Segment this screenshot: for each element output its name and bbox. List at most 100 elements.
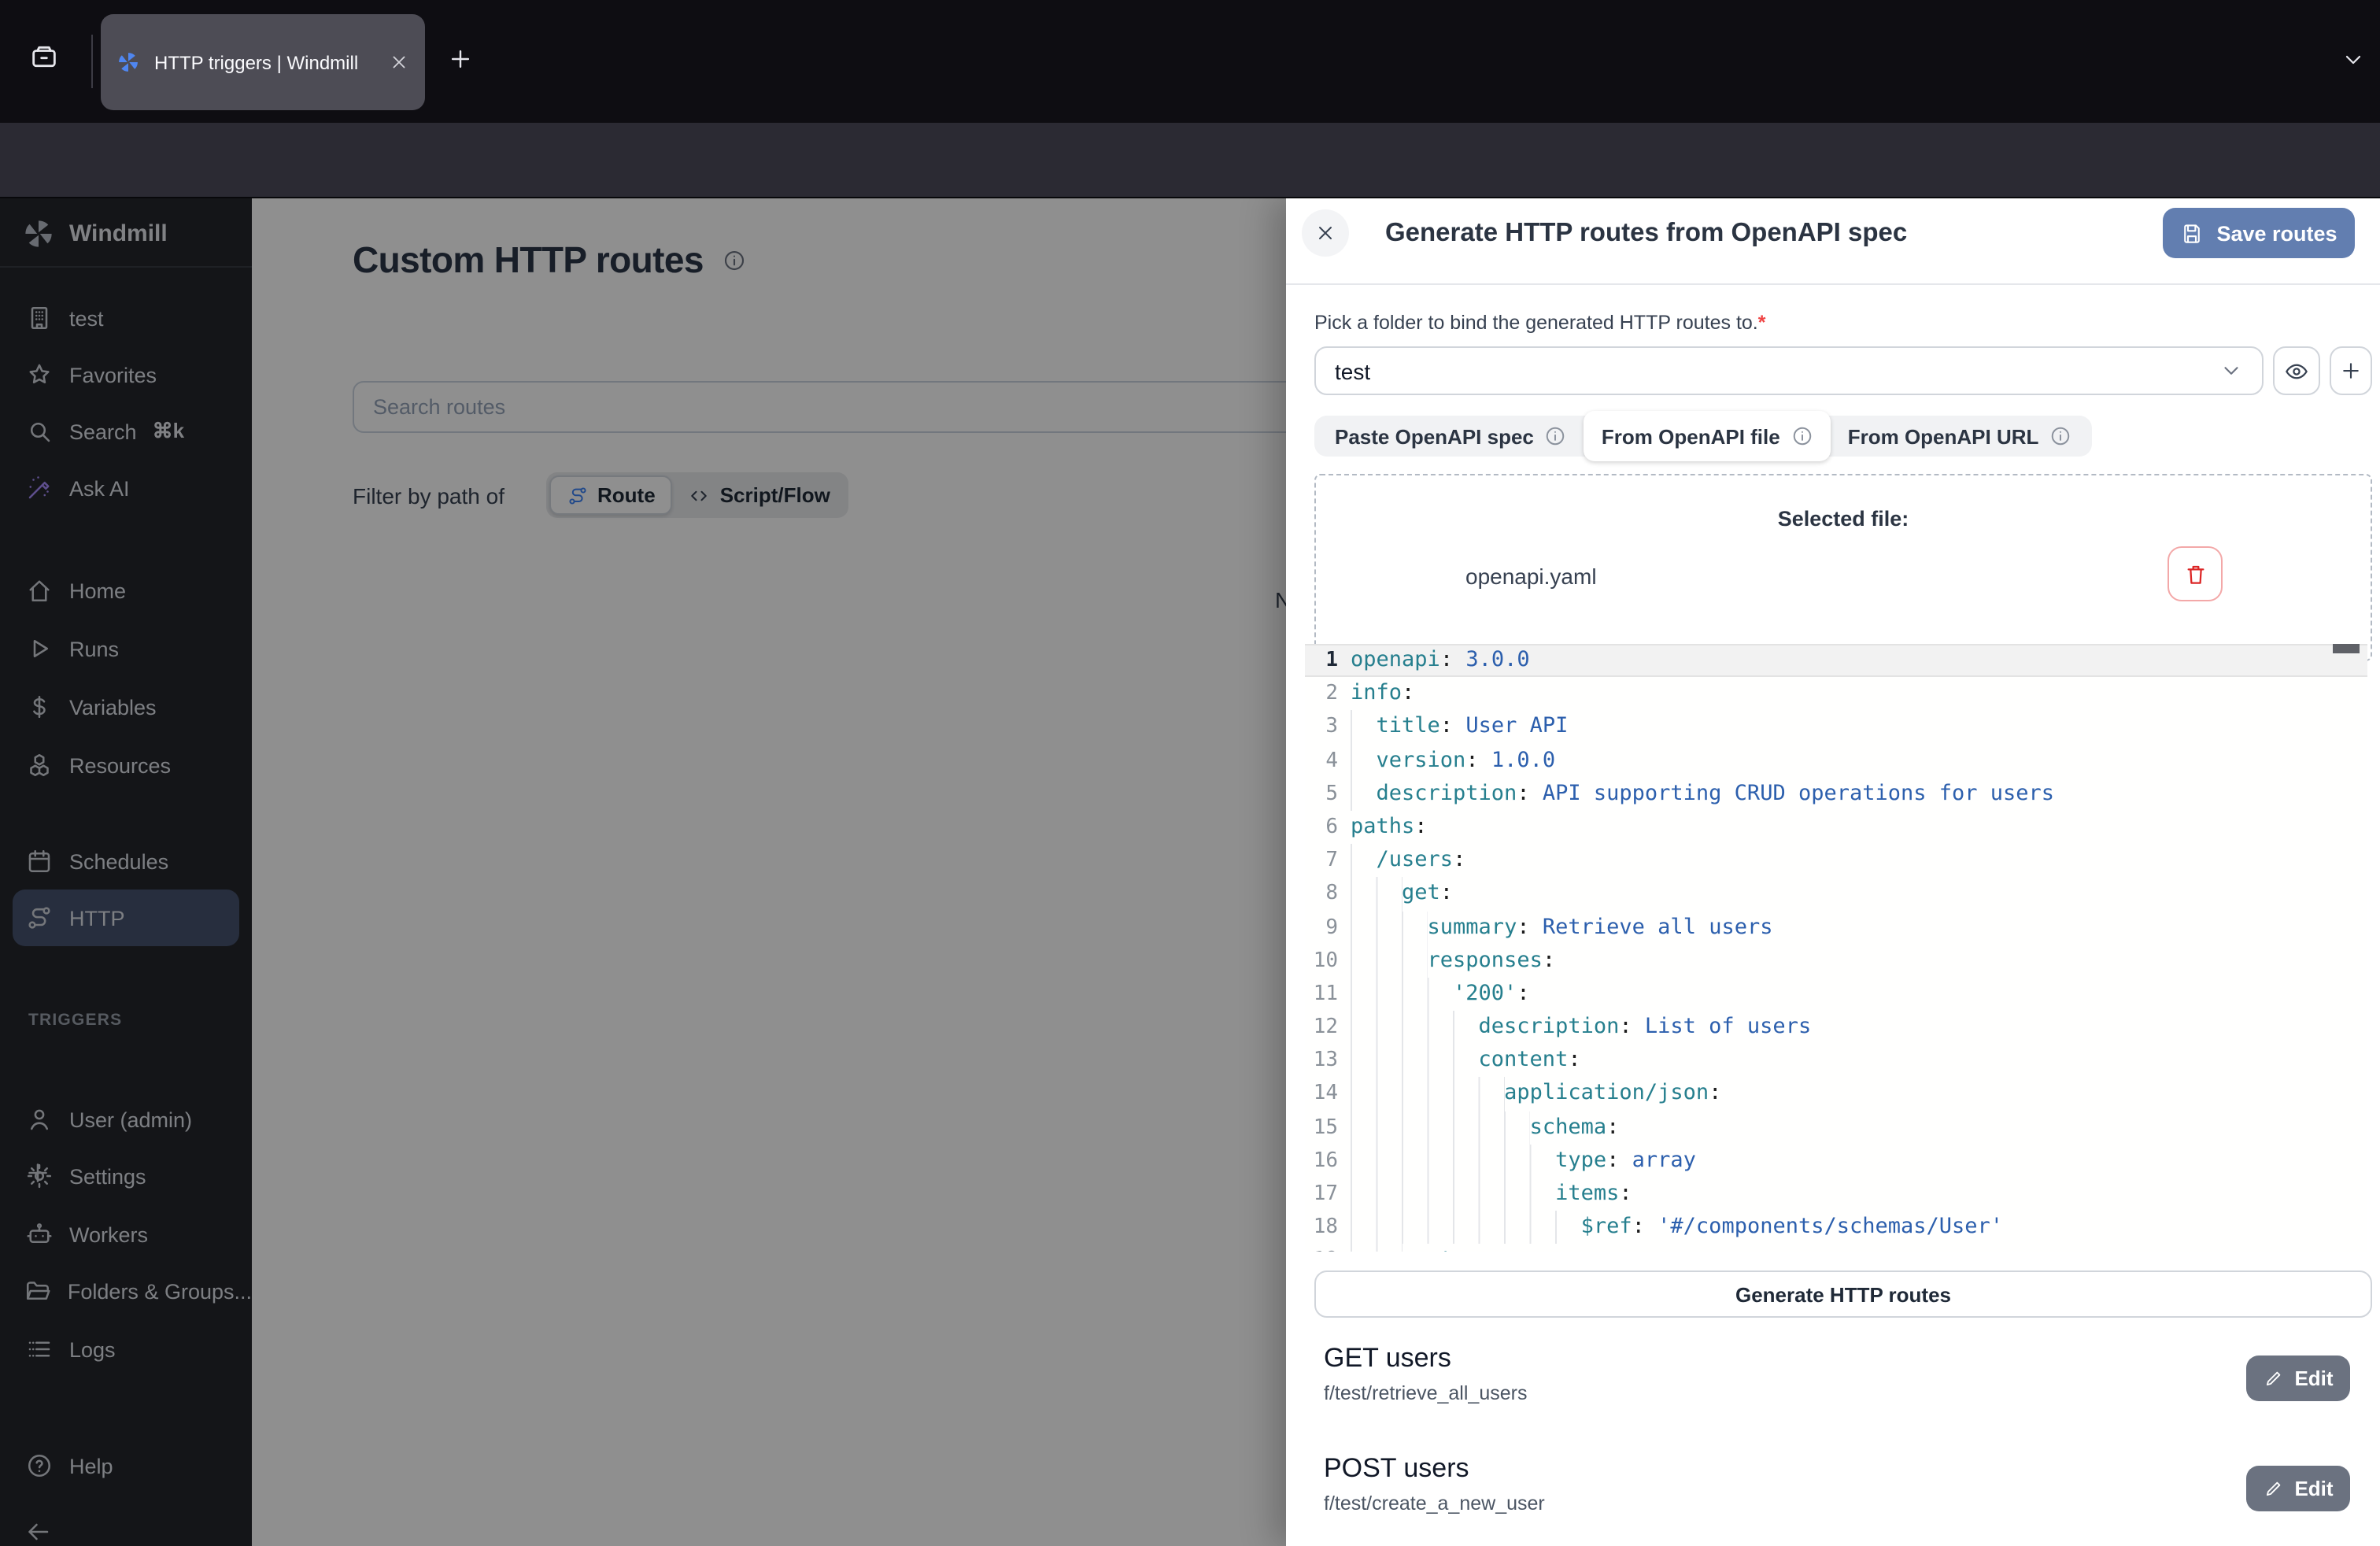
browser-tab-bar: HTTP triggers | Windmill (0, 0, 2380, 123)
yaml-colon: : (1619, 1011, 1632, 1044)
view-folder-button[interactable] (2273, 346, 2320, 395)
eye-icon (2284, 358, 2309, 383)
line-number: 1 (1305, 644, 1338, 677)
save-routes-label: Save routes (2216, 221, 2337, 245)
openapi-drawer: Generate HTTP routes from OpenAPI spec S… (1286, 198, 2380, 1546)
yaml-colon: : (1440, 878, 1453, 911)
edit-label: Edit (2294, 1367, 2333, 1390)
selected-file-label: Selected file: (1316, 507, 2371, 531)
chevron-down-icon (2219, 359, 2243, 383)
code-line-10: 10responses: (1305, 944, 2367, 977)
openapi-spec-editor[interactable]: 1openapi: 3.0.02info:3title: User API4ve… (1305, 644, 2367, 1252)
yaml-colon: : (1543, 944, 1555, 977)
browser-window: HTTP triggers | Windmill http://localhos… (0, 0, 2380, 1546)
yaml-key: responses (1428, 944, 1543, 977)
code-line-12: 12 description: List of users (1305, 1011, 2367, 1044)
save-routes-button[interactable]: Save routes (2163, 208, 2355, 258)
yaml-colon: : (1517, 978, 1529, 1011)
route-title: POST users (1324, 1453, 1469, 1485)
browser-tab[interactable]: HTTP triggers | Windmill (101, 14, 425, 110)
code-line-19: 19post: (1305, 1245, 2367, 1252)
folder-select[interactable]: test (1314, 346, 2264, 395)
drawer-close-button[interactable] (1302, 209, 1349, 257)
indent-guides (1351, 1011, 1479, 1044)
save-icon (2180, 221, 2204, 245)
code-line-17: 17items: (1305, 1178, 2367, 1211)
yaml-colon: : (1606, 1111, 1619, 1144)
code-line-7: 7/users: (1305, 844, 2367, 877)
line-number: 16 (1305, 1145, 1338, 1178)
line-number: 12 (1305, 1011, 1338, 1044)
yaml-colon: : (1453, 844, 1465, 877)
yaml-value: List of users (1632, 1011, 1812, 1044)
code-line-3: 3title: User API (1305, 711, 2367, 744)
yaml-colon: : (1414, 811, 1427, 844)
indent-guides (1351, 744, 1377, 777)
editor-scrollbar-thumb[interactable] (2333, 644, 2360, 653)
windmill-favicon (116, 50, 140, 74)
line-number: 5 (1305, 778, 1338, 811)
remove-file-button[interactable] (2168, 546, 2223, 601)
edit-route-button[interactable]: Edit (2246, 1466, 2350, 1511)
line-number: 4 (1305, 744, 1338, 777)
indent-guides (1351, 1111, 1530, 1144)
indent-guides (1351, 844, 1377, 877)
yaml-colon: : (1568, 1045, 1580, 1078)
yaml-key: summary (1428, 911, 1517, 944)
yaml-value: Retrieve all users (1530, 911, 1773, 944)
tab-label: Paste OpenAPI spec (1335, 424, 1534, 448)
yaml-value: 1.0.0 (1479, 744, 1556, 777)
yaml-colon: : (1453, 1245, 1465, 1252)
yaml-colon: : (1402, 677, 1414, 710)
yaml-key: description (1479, 1011, 1620, 1044)
line-number: 18 (1305, 1211, 1338, 1244)
browser-toolbar: http://localhost:3000/routes?filter_path… (0, 123, 2380, 198)
yaml-colon: : (1440, 711, 1453, 744)
indent-guides (1351, 1245, 1402, 1252)
tabs-list-icon[interactable] (28, 41, 60, 72)
yaml-key: get (1402, 878, 1440, 911)
yaml-key: application/json (1504, 1078, 1709, 1111)
line-number: 6 (1305, 811, 1338, 844)
indent-guides (1351, 1178, 1555, 1211)
tab-close-icon[interactable] (389, 52, 409, 72)
add-folder-button[interactable] (2330, 346, 2372, 395)
trash-icon (2182, 561, 2208, 586)
tabbar-divider (91, 35, 93, 88)
code-line-15: 15schema: (1305, 1111, 2367, 1144)
generate-http-routes-button[interactable]: Generate HTTP routes (1314, 1270, 2372, 1318)
info-icon (1545, 425, 1567, 447)
code-line-5: 5description: API supporting CRUD operat… (1305, 778, 2367, 811)
code-line-9: 9summary: Retrieve all users (1305, 911, 2367, 944)
route-title: GET users (1324, 1343, 1451, 1374)
line-number: 15 (1305, 1111, 1338, 1144)
line-number: 9 (1305, 911, 1338, 944)
new-tab-button[interactable] (447, 46, 474, 72)
line-number: 8 (1305, 878, 1338, 911)
code-line-11: 11'200': (1305, 978, 2367, 1011)
tab-from-openapi-file[interactable]: From OpenAPI file (1584, 411, 1831, 461)
code-line-8: 8 get: (1305, 878, 2367, 911)
line-number: 3 (1305, 711, 1338, 744)
tab-label: From OpenAPI URL (1848, 424, 2039, 448)
yaml-colon: : (1517, 778, 1529, 811)
tab-from-openapi-url[interactable]: From OpenAPI URL (1831, 416, 2090, 457)
code-line-16: 16type: array (1305, 1145, 2367, 1178)
yaml-key: type (1555, 1145, 1606, 1178)
edit-route-button[interactable]: Edit (2246, 1356, 2350, 1401)
drawer-header-divider (1286, 283, 2380, 285)
tab-paste-openapi-spec[interactable]: Paste OpenAPI spec (1318, 416, 1584, 457)
line-number: 11 (1305, 978, 1338, 1011)
yaml-key: title (1377, 711, 1440, 744)
plus-icon (2339, 359, 2363, 383)
drawer-title: Generate HTTP routes from OpenAPI spec (1385, 219, 1907, 249)
indent-guides (1351, 778, 1377, 811)
yaml-value: 3.0.0 (1453, 644, 1530, 677)
folder-picker-label: Pick a folder to bind the generated HTTP… (1314, 312, 1766, 334)
code-line-1: 1openapi: 3.0.0 (1305, 644, 2367, 677)
code-line-18: 18$ref: '#/components/schemas/User' (1305, 1211, 2367, 1244)
tab-overflow-chevron[interactable] (2341, 47, 2366, 72)
code-line-6: 6paths: (1305, 811, 2367, 844)
yaml-key: /users (1377, 844, 1454, 877)
code-line-14: 14application/json: (1305, 1078, 2367, 1111)
